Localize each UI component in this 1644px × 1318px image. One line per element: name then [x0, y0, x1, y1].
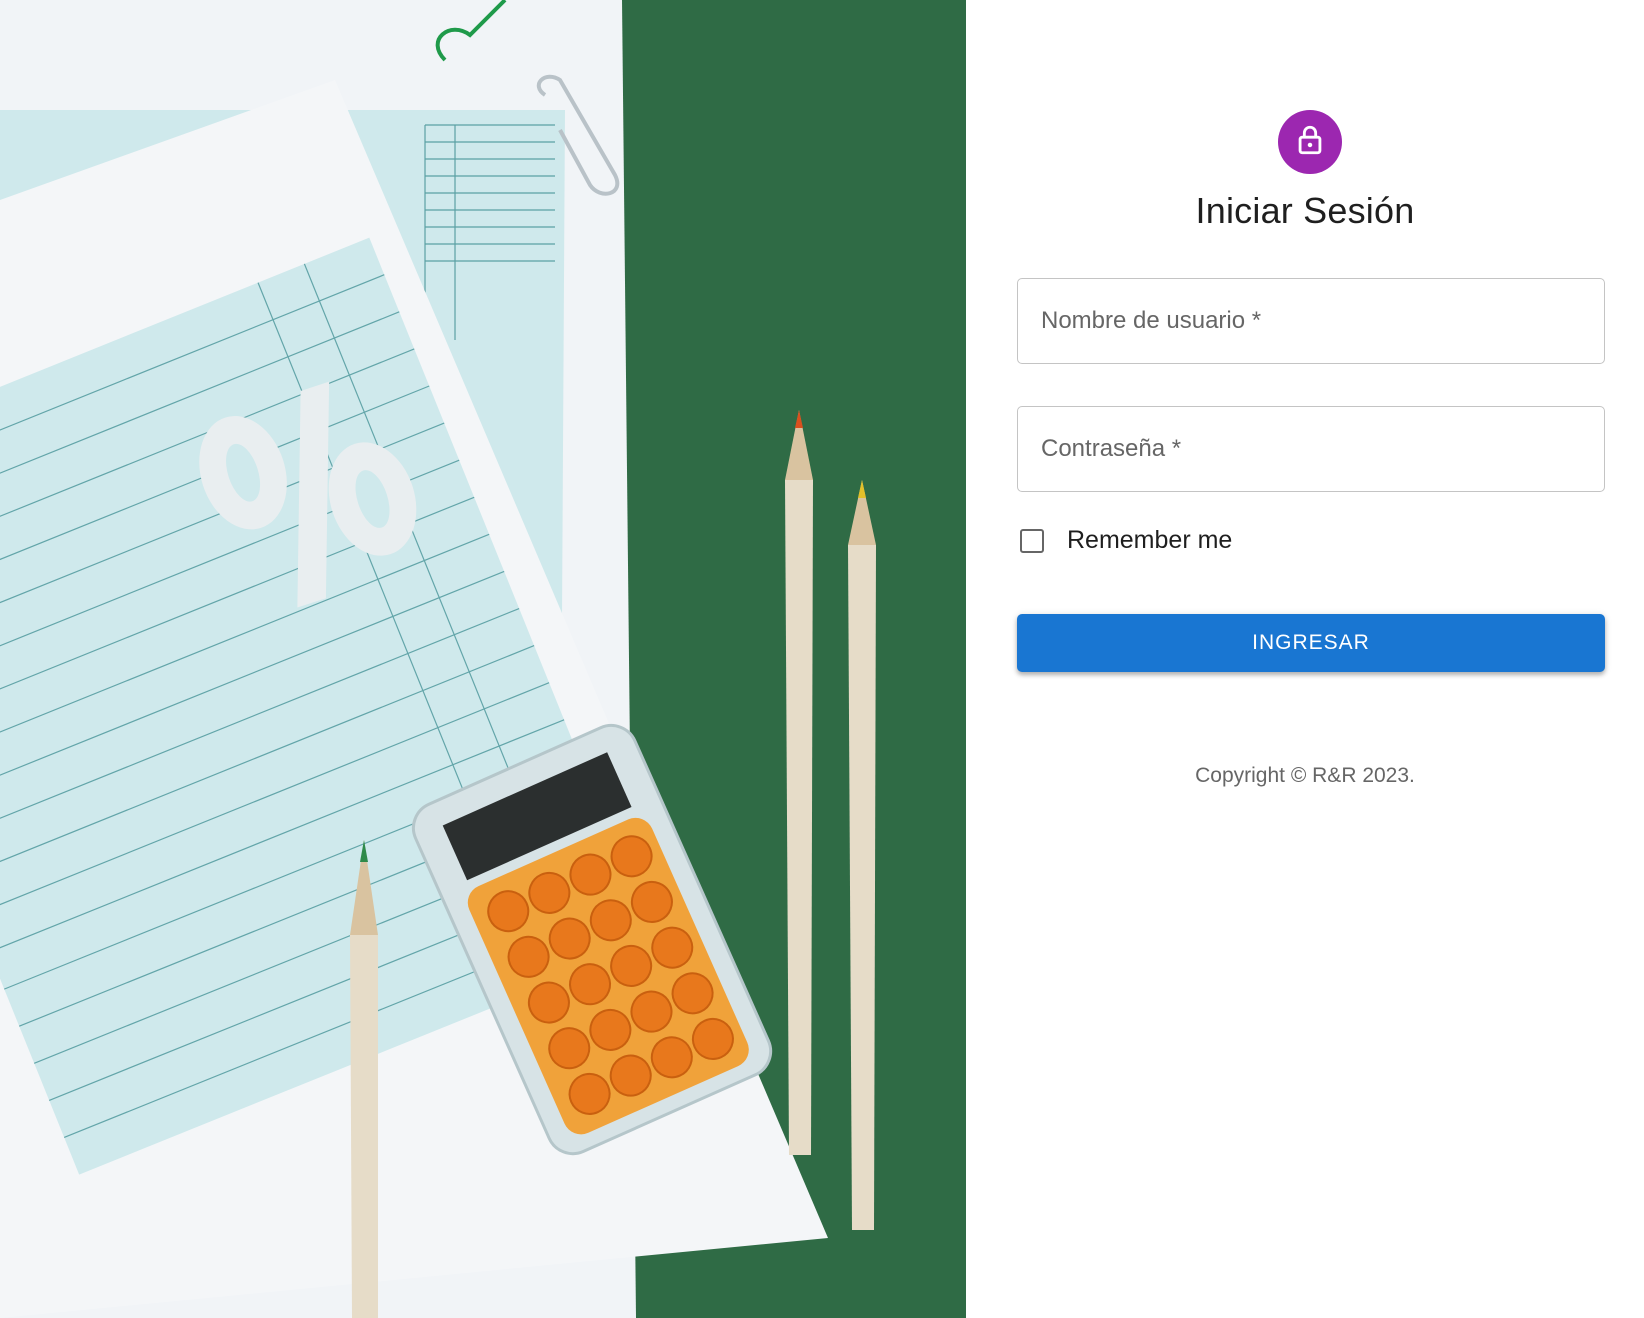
remember-me-checkbox[interactable] — [1020, 528, 1044, 553]
password-field[interactable]: Contraseña * — [1017, 406, 1605, 492]
page-title: Iniciar Sesión — [1195, 190, 1415, 231]
hero-image — [0, 0, 966, 1318]
login-page: Iniciar Sesión Nombre de usuario * Contr… — [0, 0, 1644, 1318]
login-button[interactable]: INGRESAR — [1017, 614, 1605, 672]
copyright-text: Copyright © R&R 2023. — [1195, 764, 1415, 787]
username-field[interactable]: Nombre de usuario * — [1017, 278, 1605, 364]
tax-desk-illustration — [0, 0, 966, 1318]
username-input[interactable] — [1018, 279, 1604, 363]
remember-me[interactable]: Remember me — [1020, 526, 1232, 555]
avatar — [1278, 110, 1342, 174]
remember-me-label[interactable]: Remember me — [1067, 526, 1232, 555]
password-input[interactable] — [1018, 407, 1604, 491]
lock-outline-icon — [1293, 123, 1327, 162]
login-panel: Iniciar Sesión Nombre de usuario * Contr… — [966, 0, 1644, 1318]
